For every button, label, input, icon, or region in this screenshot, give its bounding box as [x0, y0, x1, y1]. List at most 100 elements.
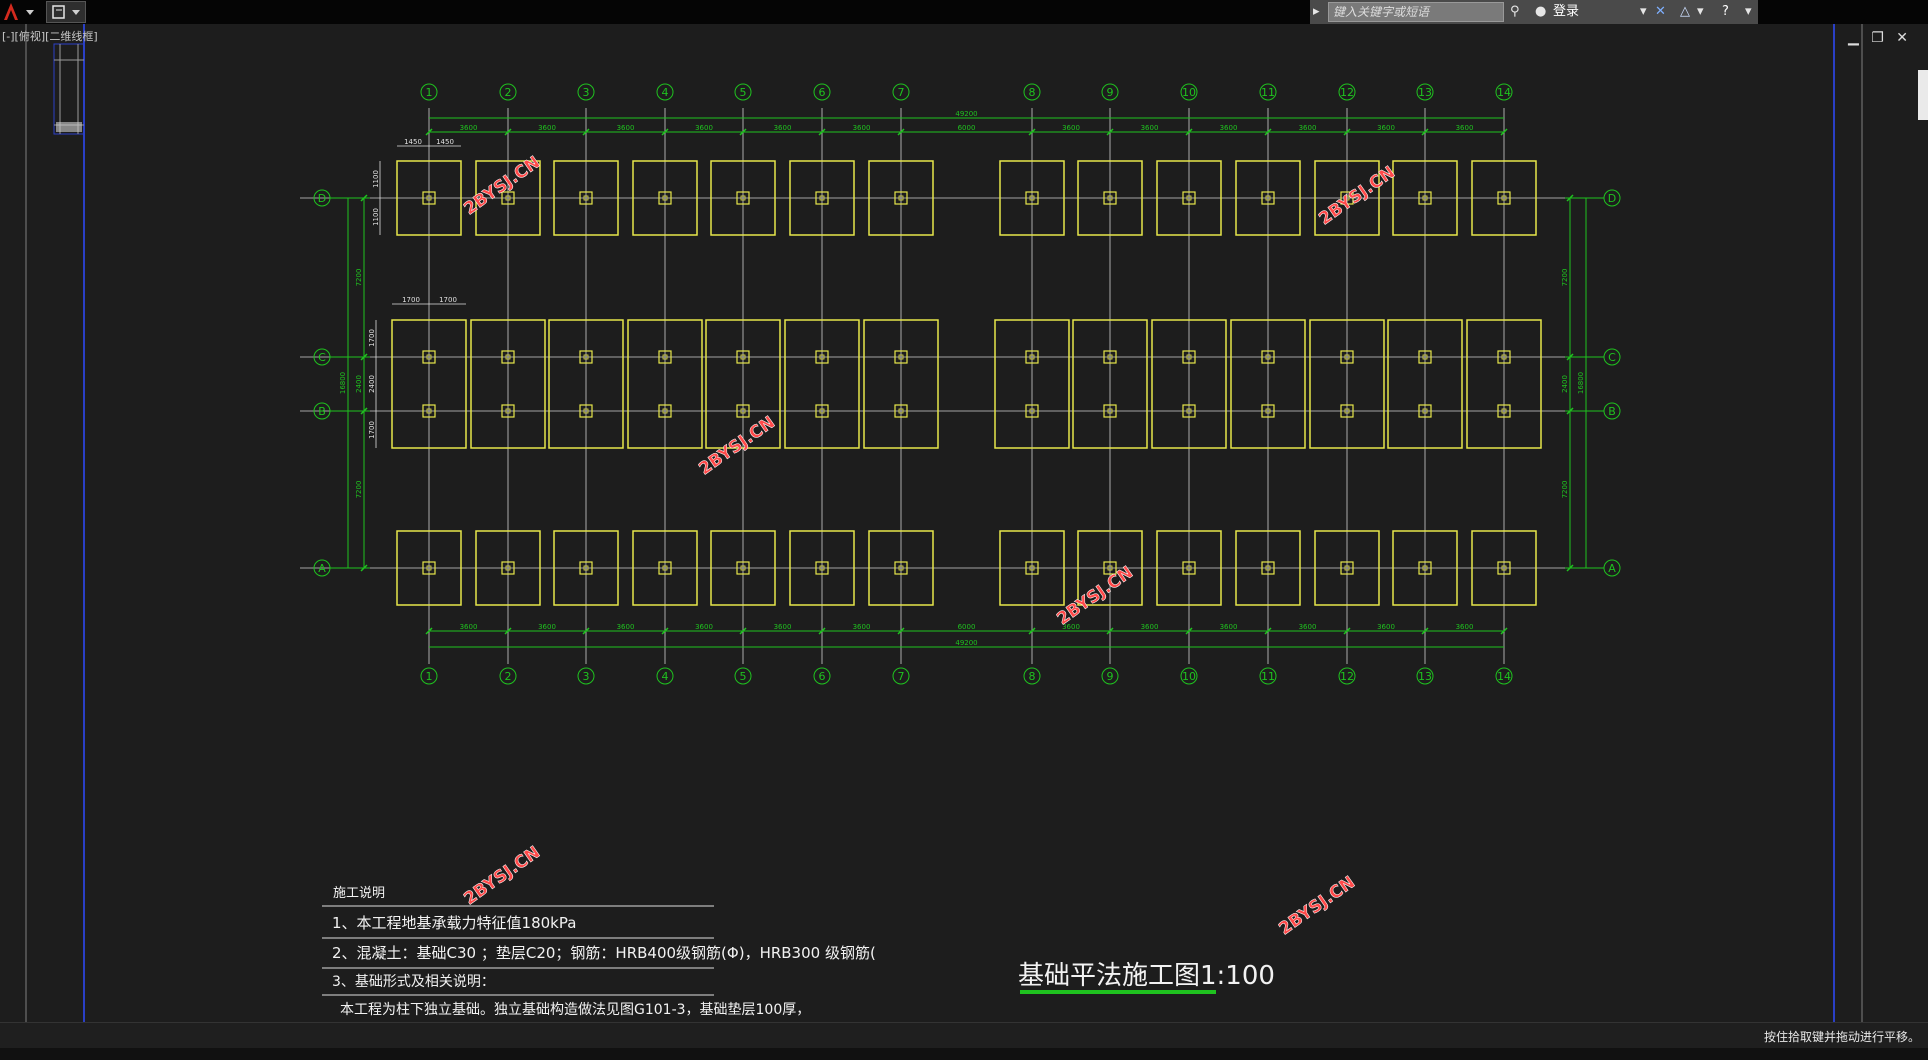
construction-notes: 施工说明 1、本工程地基承载力特征值180kPa 2、混凝土：基础C30 ；垫层… — [322, 886, 876, 1018]
top-dim-label: 3600 — [1220, 124, 1238, 132]
watermark-0: 2BYSJ.CN — [460, 153, 543, 220]
drawing-title: 基础平法施工图1:100 — [1018, 961, 1275, 991]
bottom-dim-label: 3600 — [1141, 623, 1159, 631]
drawing-canvas[interactable]: 11223344556677889910101111121213131414D D… — [0, 24, 1928, 1024]
axis-bottom-14-label: 14 — [1497, 670, 1511, 683]
top-dim-label: 3600 — [695, 124, 713, 132]
axis-top-4-label: 4 — [662, 86, 669, 99]
axis-bottom-1-label: 1 — [426, 670, 433, 683]
help-icon[interactable]: ? — [1722, 3, 1729, 21]
top-dim-label: 3600 — [853, 124, 871, 132]
footing-big-vdim-label: 2400 — [368, 375, 376, 393]
bottom-dim-label: 3600 — [774, 623, 792, 631]
axis-right-B-label: B — [1608, 405, 1616, 418]
axis-bottom-11-label: 11 — [1261, 670, 1275, 683]
top-dim-label: 3600 — [538, 124, 556, 132]
axis-top-8-label: 8 — [1029, 86, 1036, 99]
application-menu-button[interactable] — [0, 0, 40, 24]
bottom-dim-label: 3600 — [1299, 623, 1317, 631]
axis-top-9-label: 9 — [1107, 86, 1114, 99]
login-dropdown-icon[interactable]: ▾ — [1640, 3, 1647, 21]
quick-access-toolbar[interactable] — [46, 1, 86, 23]
axis-top-10-label: 10 — [1182, 86, 1196, 99]
notes-heading: 施工说明 — [333, 886, 385, 901]
foundation-plan: 11223344556677889910101111121213131414D D… — [300, 83, 1621, 685]
viewport-controls-label[interactable]: [-][俯视][二维线框] — [2, 28, 98, 44]
mini-viewport — [53, 43, 85, 135]
footing-small-dim-label: 1450 — [436, 138, 454, 146]
top-dim-label: 3600 — [774, 124, 792, 132]
axis-top-13-label: 13 — [1418, 86, 1432, 99]
bottom-dim-label: 3600 — [1220, 623, 1238, 631]
footing-big-dim-label: 1700 — [402, 296, 420, 304]
right-dim-label: 2400 — [1561, 375, 1569, 393]
axis-bottom-3-label: 3 — [583, 670, 590, 683]
bottom-dim-label: 3600 — [695, 623, 713, 631]
axis-top-12-label: 12 — [1340, 86, 1354, 99]
window-controls: ▁ ❐ ✕ — [1848, 30, 1908, 46]
left-dim-label: 2400 — [355, 375, 363, 393]
left-dim-label: 7200 — [355, 481, 363, 499]
bottom-dim-label: 3600 — [1377, 623, 1395, 631]
right-dim-label: 7200 — [1561, 269, 1569, 287]
axis-top-2-label: 2 — [505, 86, 512, 99]
axis-bottom-9-label: 9 — [1107, 670, 1114, 683]
axis-left-D-label: D — [318, 192, 326, 205]
login-button[interactable]: 登录 — [1553, 3, 1579, 21]
restore-icon[interactable]: ❐ — [1871, 30, 1884, 46]
binoculars-icon[interactable]: ⚲ — [1510, 3, 1520, 21]
watermark-5: 2BYSJ.CN — [1275, 873, 1358, 940]
top-dim-label: 3600 — [1141, 124, 1159, 132]
left-total-label: 16800 — [339, 372, 347, 394]
axis-right-D-label: D — [1608, 192, 1616, 205]
bottom-dim-label: 3600 — [617, 623, 635, 631]
search-input[interactable] — [1328, 2, 1504, 22]
expand-arrow-icon[interactable]: ▸ — [1313, 3, 1320, 21]
axis-top-3-label: 3 — [583, 86, 590, 99]
axis-top-11-label: 11 — [1261, 86, 1275, 99]
axis-bottom-7-label: 7 — [898, 670, 905, 683]
top-total-label: 49200 — [955, 110, 977, 118]
axis-top-14-label: 14 — [1497, 86, 1511, 99]
axis-bottom-6-label: 6 — [819, 670, 826, 683]
bottom-dim-label: 3600 — [1456, 623, 1474, 631]
right-scroll-indicator[interactable] — [1918, 70, 1928, 120]
left-dim-label: 7200 — [355, 269, 363, 287]
exchange-icon[interactable]: ✕ — [1655, 3, 1666, 21]
bottom-total-label: 49200 — [955, 639, 977, 647]
axis-bottom-13-label: 13 — [1418, 670, 1432, 683]
axis-top-1-label: 1 — [426, 86, 433, 99]
footing-big-dim-label: 1700 — [439, 296, 457, 304]
bottom-dim-label: 6000 — [958, 623, 976, 631]
status-bar: 按住拾取键并拖动进行平移。 — [0, 1022, 1928, 1049]
a360-icon[interactable]: △ — [1680, 3, 1690, 21]
top-dim-label: 3600 — [1377, 124, 1395, 132]
user-icon: ● — [1535, 4, 1547, 19]
watermark-1: 2BYSJ.CN — [1315, 163, 1398, 230]
notes-line-2: 2、混凝土：基础C30 ；垫层C20；钢筋：HRB400级钢筋(Φ)，HRB30… — [332, 944, 876, 962]
a360-dropdown-icon[interactable]: ▾ — [1697, 3, 1704, 21]
axis-bottom-12-label: 12 — [1340, 670, 1354, 683]
axis-bottom-5-label: 5 — [740, 670, 747, 683]
autocad-logo-icon — [4, 3, 34, 20]
axis-bottom-4-label: 4 — [662, 670, 669, 683]
top-dim-label: 6000 — [958, 124, 976, 132]
footing-small-dim-label: 1450 — [404, 138, 422, 146]
notes-line-1: 1、本工程地基承载力特征值180kPa — [332, 914, 576, 932]
top-dim-label: 3600 — [460, 124, 478, 132]
watermark-4: 2BYSJ.CN — [460, 843, 543, 910]
notes-line-3: 3、基础形式及相关说明： — [332, 973, 495, 990]
status-hint-text: 按住拾取键并拖动进行平移。 — [1763, 1030, 1920, 1044]
close-icon[interactable]: ✕ — [1896, 30, 1908, 46]
minimize-icon[interactable]: ▁ — [1848, 30, 1859, 46]
right-total-label: 16800 — [1577, 372, 1585, 394]
help-dropdown-icon[interactable]: ▾ — [1745, 3, 1752, 21]
axis-top-7-label: 7 — [898, 86, 905, 99]
footing-big-vdim-label: 1700 — [368, 421, 376, 439]
notes-line-4: 本工程为柱下独立基础。独立基础构造做法见图G101-3，基础垫层100厚， — [340, 1001, 810, 1018]
axis-bottom-10-label: 10 — [1182, 670, 1196, 683]
footing-big-vdim-label: 1700 — [368, 329, 376, 347]
bottom-dim-label: 3600 — [853, 623, 871, 631]
axis-top-6-label: 6 — [819, 86, 826, 99]
axis-left-C-label: C — [318, 351, 326, 364]
